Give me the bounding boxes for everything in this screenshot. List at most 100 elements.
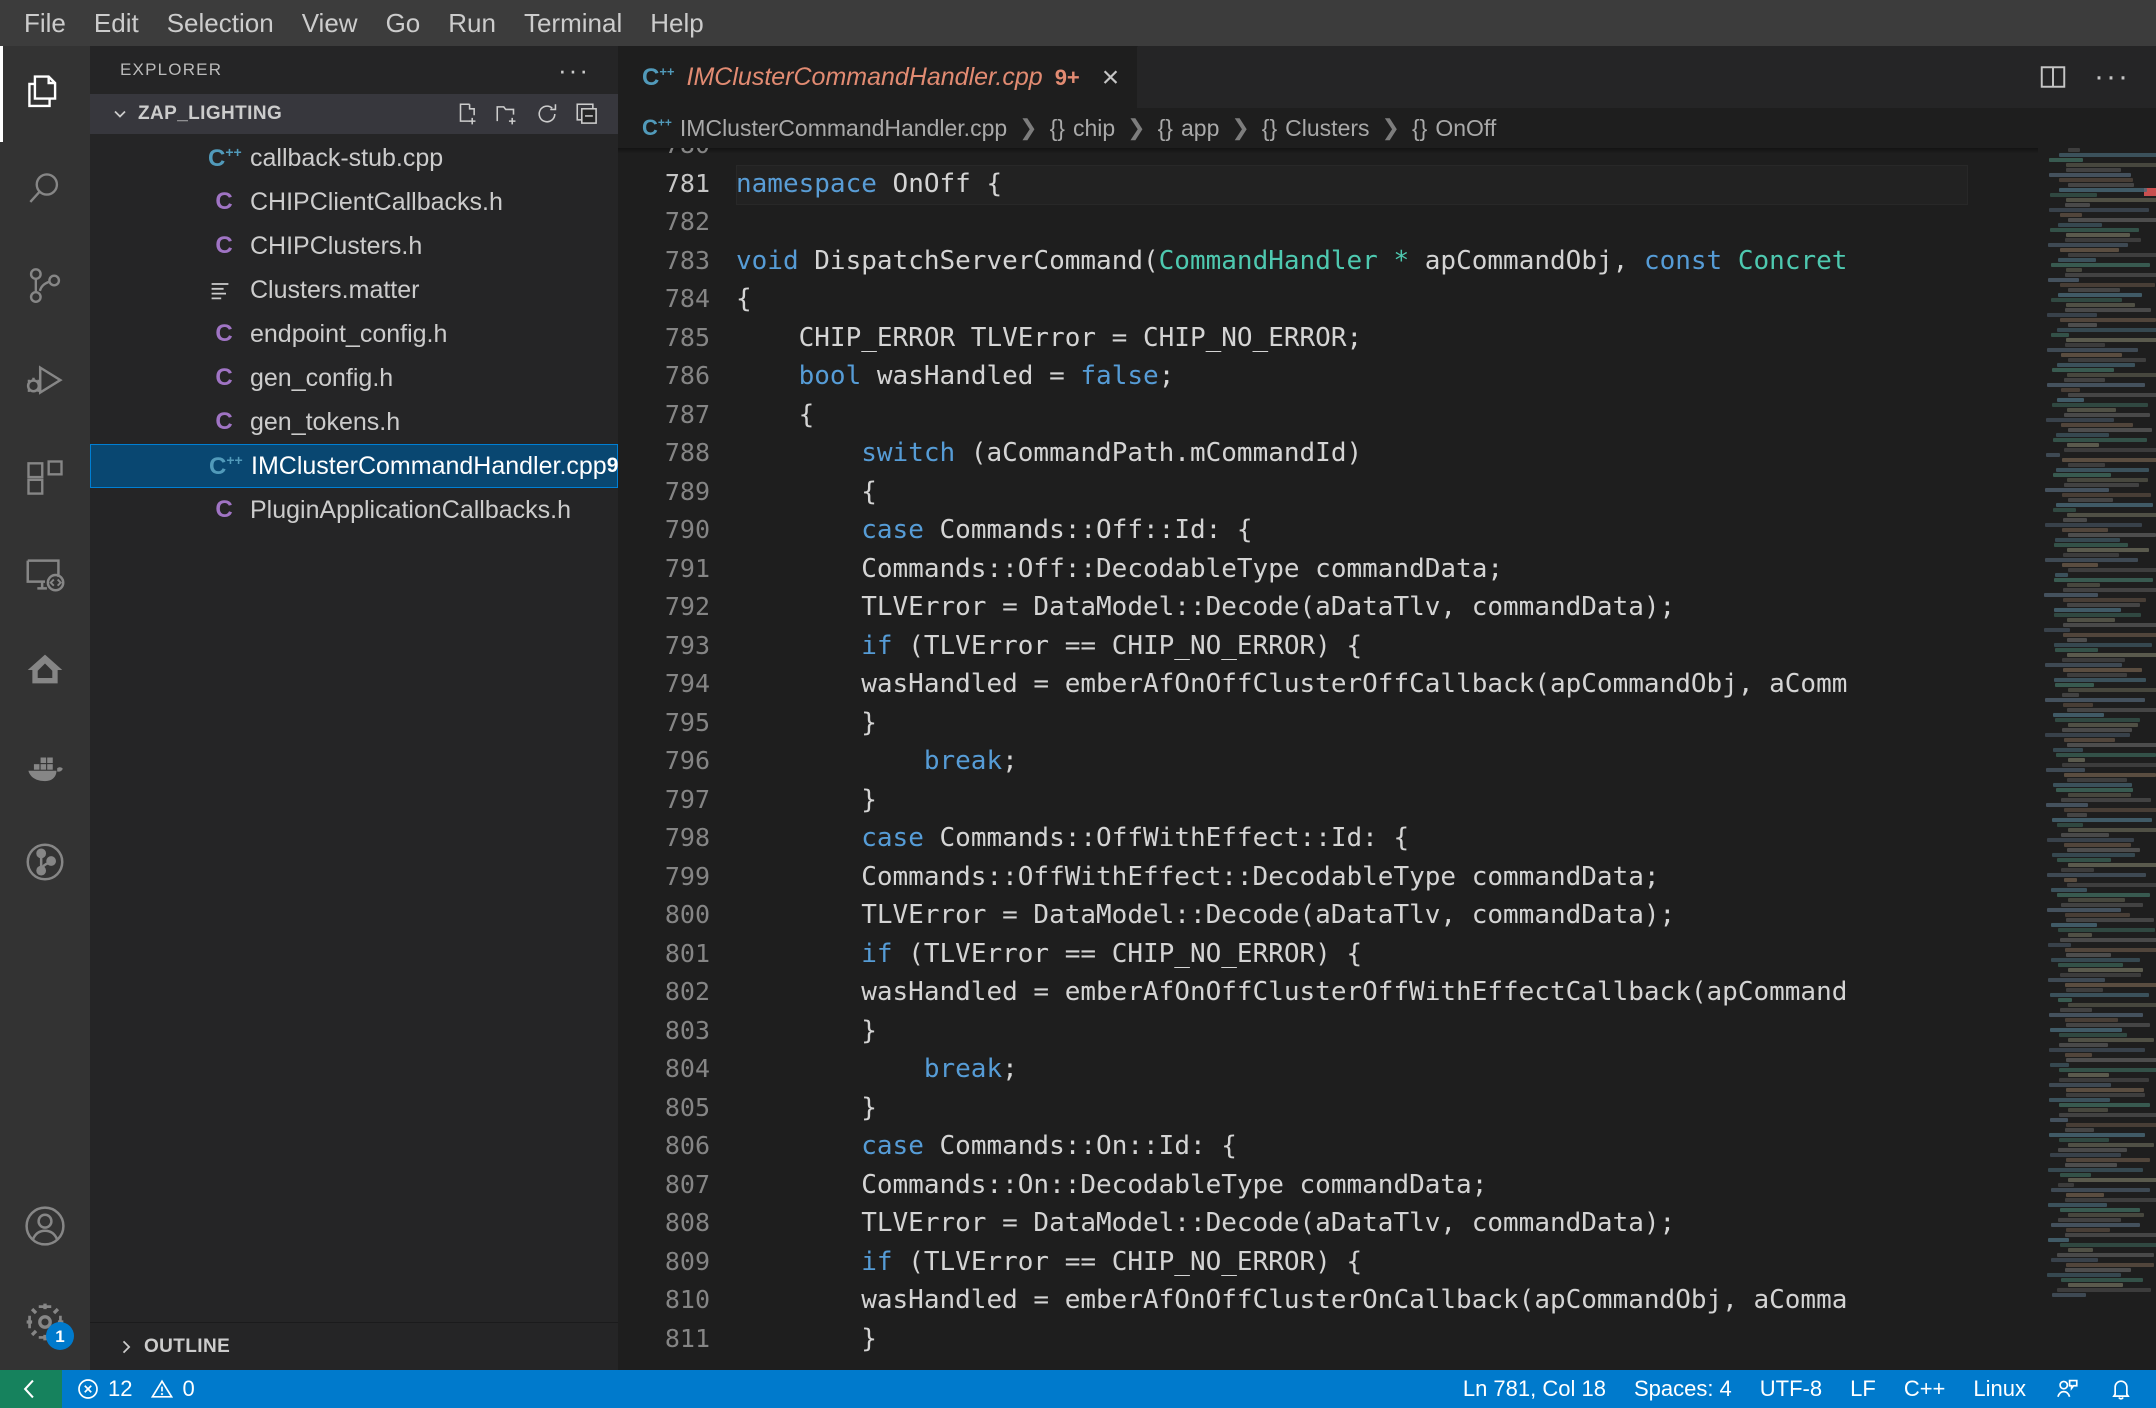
file-row[interactable]: C++ callback-stub.cpp: [90, 136, 618, 180]
minimap[interactable]: [2038, 148, 2156, 1370]
outline-label: OUTLINE: [144, 1335, 231, 1357]
file-row[interactable]: C gen_config.h: [90, 356, 618, 400]
end-of-line[interactable]: LF: [1836, 1370, 1890, 1408]
file-row[interactable]: C endpoint_config.h: [90, 312, 618, 356]
new-file-icon[interactable]: [454, 101, 480, 127]
line-number: 799: [664, 861, 710, 891]
code-scroll-area[interactable]: 780 781 782 783 784 785 786 787 788 789 790 791 792 7…: [618, 148, 2038, 1370]
code-line[interactable]: {: [736, 473, 2038, 512]
bell-icon[interactable]: [2094, 1370, 2156, 1408]
file-row[interactable]: C CHIPClientCallbacks.h: [90, 180, 618, 224]
line-number: 811: [664, 1323, 710, 1353]
file-name: IMClusterCommandHandler.cpp: [251, 451, 607, 480]
tab-imclustercommandhandler-cpp[interactable]: C++ IMClusterCommandHandler.cpp 9+ ×: [618, 46, 1139, 108]
more-actions-icon[interactable]: ···: [2094, 62, 2130, 92]
code-line[interactable]: namespace OnOff {: [736, 164, 2038, 205]
file-row[interactable]: Clusters.matter: [90, 268, 618, 312]
code-line[interactable]: break;: [736, 742, 2038, 781]
breadcrumb-item-chip[interactable]: {} chip: [1050, 115, 1116, 142]
code-line[interactable]: bool wasHandled = false;: [736, 357, 2038, 396]
run-debug-icon[interactable]: [0, 334, 90, 430]
code-token: bool: [798, 361, 862, 391]
menu-help[interactable]: Help: [636, 3, 717, 43]
folder-section-header[interactable]: ZAP_LIGHTING: [90, 94, 618, 134]
menu-terminal[interactable]: Terminal: [510, 3, 636, 43]
cursor-position[interactable]: Ln 781, Col 18: [1449, 1370, 1620, 1408]
code-line[interactable]: if (TLVError == CHIP_NO_ERROR) {: [736, 935, 2038, 974]
code-line[interactable]: if (TLVError == CHIP_NO_ERROR) {: [736, 1243, 2038, 1282]
code-line[interactable]: }: [736, 781, 2038, 820]
home-icon[interactable]: [0, 622, 90, 718]
file-row[interactable]: C CHIPClusters.h: [90, 224, 618, 268]
line-number: 783: [664, 245, 710, 275]
code-content[interactable]: namespace OnOff { void DispatchServerComm…: [736, 148, 2038, 1370]
code-token: }: [736, 784, 877, 815]
code-line[interactable]: void DispatchServerCommand(CommandHandle…: [736, 242, 2038, 281]
close-icon[interactable]: ×: [1102, 62, 1120, 93]
problems-indicator[interactable]: 12 0: [62, 1370, 209, 1408]
code-line[interactable]: if (TLVError == CHIP_NO_ERROR) {: [736, 627, 2038, 666]
menu-go[interactable]: Go: [372, 3, 435, 43]
code-line[interactable]: wasHandled = emberAfOnOffClusterOffCallb…: [736, 665, 2038, 704]
encoding[interactable]: UTF-8: [1746, 1370, 1836, 1408]
code-line[interactable]: wasHandled = emberAfOnOffClusterOffWithE…: [736, 973, 2038, 1012]
language-mode[interactable]: C++: [1890, 1370, 1960, 1408]
code-line[interactable]: Commands::OffWithEffect::DecodableType c…: [736, 858, 2038, 897]
breadcrumb-item-app[interactable]: {} app: [1158, 115, 1220, 142]
code-line[interactable]: [736, 148, 2038, 165]
code-line[interactable]: [736, 203, 2038, 242]
file-row-selected[interactable]: C++ IMClusterCommandHandler.cpp 9+: [90, 444, 618, 488]
breadcrumb-item-clusters[interactable]: {} Clusters: [1262, 115, 1370, 142]
person-feedback-icon[interactable]: [2040, 1370, 2094, 1408]
code-line[interactable]: switch (aCommandPath.mCommandId): [736, 434, 2038, 473]
code-editor[interactable]: 780 781 782 783 784 785 786 787 788 789 790 791 792 7…: [618, 148, 2156, 1370]
header-file-icon: C: [215, 408, 233, 435]
code-line[interactable]: case Commands::OffWithEffect::Id: {: [736, 819, 2038, 858]
docker-icon[interactable]: [0, 718, 90, 814]
collapse-all-icon[interactable]: [574, 101, 600, 127]
source-control-icon[interactable]: [0, 238, 90, 334]
account-icon[interactable]: [0, 1178, 90, 1274]
code-line[interactable]: Commands::Off::DecodableType commandData…: [736, 550, 2038, 589]
code-line[interactable]: TLVError = DataModel::Decode(aDataTlv, c…: [736, 1204, 2038, 1243]
code-line[interactable]: CHIP_ERROR TLVError = CHIP_NO_ERROR;: [736, 319, 2038, 358]
code-token: case: [861, 1131, 924, 1161]
code-line[interactable]: case Commands::On::Id: {: [736, 1127, 2038, 1166]
git-graph-icon[interactable]: [0, 814, 90, 910]
split-editor-icon[interactable]: [2038, 62, 2068, 92]
menu-edit[interactable]: Edit: [80, 3, 153, 43]
code-line[interactable]: }: [736, 704, 2038, 743]
code-line[interactable]: break;: [736, 1050, 2038, 1089]
code-line[interactable]: }: [736, 1320, 2038, 1359]
menu-selection[interactable]: Selection: [153, 3, 288, 43]
menu-view[interactable]: View: [288, 3, 372, 43]
search-icon[interactable]: [0, 142, 90, 238]
code-line[interactable]: TLVError = DataModel::Decode(aDataTlv, c…: [736, 896, 2038, 935]
new-folder-icon[interactable]: [494, 101, 520, 127]
code-line[interactable]: case Commands::Off::Id: {: [736, 511, 2038, 550]
breadcrumb-item-file[interactable]: C++ IMClusterCommandHandler.cpp: [642, 115, 1007, 142]
breadcrumb-item-onoff[interactable]: {} OnOff: [1412, 115, 1496, 142]
code-token: if: [861, 1246, 893, 1277]
gear-icon[interactable]: 1: [0, 1274, 90, 1370]
code-line[interactable]: wasHandled = emberAfOnOffClusterOnCallba…: [736, 1281, 2038, 1320]
explorer-more-actions-icon[interactable]: ···: [558, 57, 590, 83]
menu-run[interactable]: Run: [434, 3, 510, 43]
code-line[interactable]: }: [736, 1089, 2038, 1128]
platform[interactable]: Linux: [1959, 1370, 2040, 1408]
file-row[interactable]: C gen_tokens.h: [90, 400, 618, 444]
menu-file[interactable]: File: [10, 3, 80, 43]
refresh-icon[interactable]: [534, 101, 560, 127]
code-line[interactable]: {: [736, 280, 2038, 319]
remote-explorer-icon[interactable]: [0, 526, 90, 622]
code-line[interactable]: {: [736, 396, 2038, 435]
indentation[interactable]: Spaces: 4: [1620, 1370, 1746, 1408]
outline-section-header[interactable]: OUTLINE: [90, 1322, 618, 1370]
code-line[interactable]: }: [736, 1012, 2038, 1051]
remote-window-indicator[interactable]: [0, 1370, 62, 1408]
extensions-icon[interactable]: [0, 430, 90, 526]
code-line[interactable]: TLVError = DataModel::Decode(aDataTlv, c…: [736, 588, 2038, 627]
file-row[interactable]: C PluginApplicationCallbacks.h: [90, 488, 618, 532]
code-line[interactable]: Commands::On::DecodableType commandData;: [736, 1166, 2038, 1205]
explorer-icon[interactable]: [0, 46, 90, 142]
